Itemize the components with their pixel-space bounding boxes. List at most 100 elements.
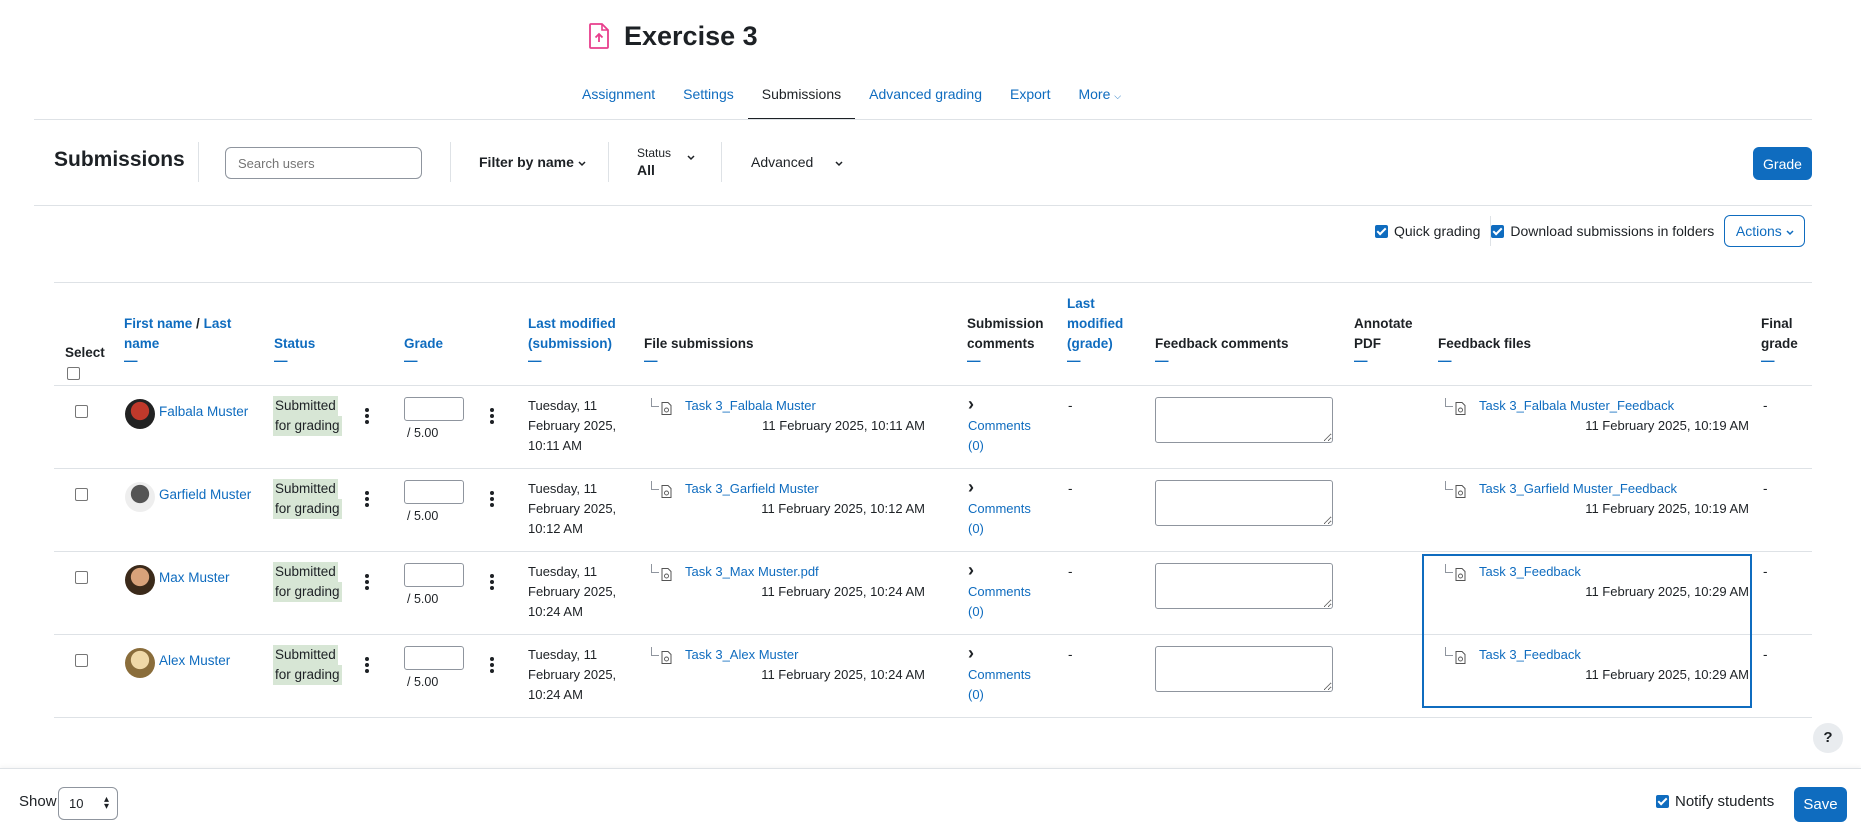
- tab-export[interactable]: Export: [996, 76, 1064, 120]
- notify-students-option[interactable]: Notify students: [1656, 793, 1774, 810]
- row-actions-kebab-icon[interactable]: [365, 574, 369, 592]
- grade-menu-kebab-icon[interactable]: [490, 657, 494, 675]
- grade-menu-kebab-icon[interactable]: [490, 574, 494, 592]
- help-button[interactable]: ?: [1813, 723, 1843, 753]
- row-select-checkbox[interactable]: [75, 654, 88, 667]
- sort-first-name[interactable]: First name: [124, 316, 192, 331]
- submission-comments-link[interactable]: Comments (0): [968, 499, 1031, 539]
- select-arrows-icon: ▴ ▾: [103, 794, 109, 812]
- row-actions-kebab-icon[interactable]: [365, 657, 369, 675]
- status-line-2: for grading: [273, 582, 342, 602]
- per-page-select[interactable]: 10 ▴ ▾: [58, 787, 118, 820]
- chevron-right-icon[interactable]: ›: [968, 477, 974, 498]
- sort-last-modified-grade-2[interactable]: modified: [1067, 316, 1123, 331]
- sort-last-modified-submission-2[interactable]: (submission): [528, 336, 612, 351]
- tree-connector: [1445, 481, 1453, 490]
- grade-menu-kebab-icon[interactable]: [490, 408, 494, 426]
- collapse-annotate-pdf-icon[interactable]: —: [1354, 354, 1413, 368]
- actions-label: Actions: [1735, 223, 1782, 239]
- feedback-comments-textarea[interactable]: [1155, 397, 1333, 443]
- save-button[interactable]: Save: [1794, 787, 1847, 822]
- page-title: Exercise 3: [624, 20, 758, 51]
- row-select-checkbox[interactable]: [75, 405, 88, 418]
- quick-grading-checkbox[interactable]: [1375, 224, 1388, 238]
- tab-submissions[interactable]: Submissions: [747, 76, 856, 120]
- collapse-file-submissions-icon[interactable]: —: [644, 354, 754, 368]
- grade-input[interactable]: [404, 563, 464, 587]
- sort-grade[interactable]: Grade: [404, 336, 443, 351]
- grade-button[interactable]: Grade: [1753, 147, 1812, 180]
- download-in-folders-option[interactable]: Download submissions in folders: [1491, 223, 1714, 239]
- file-icon: [661, 485, 672, 498]
- sort-last-name-2[interactable]: name: [124, 336, 159, 351]
- filter-by-name-dropdown[interactable]: Filter by name: [479, 154, 586, 170]
- grade-max: / 5.00: [407, 592, 439, 606]
- collapse-name-icon[interactable]: —: [124, 354, 231, 368]
- grade-input[interactable]: [404, 480, 464, 504]
- submission-file-link[interactable]: Task 3_Alex Muster: [685, 645, 798, 665]
- tab-settings[interactable]: Settings: [669, 76, 748, 120]
- divider: [34, 119, 1812, 120]
- submission-file-link[interactable]: Task 3_Falbala Muster: [685, 396, 816, 416]
- submission-comments-link[interactable]: Comments (0): [968, 665, 1031, 705]
- feedback-comments-textarea[interactable]: [1155, 646, 1333, 692]
- row-actions-kebab-icon[interactable]: [365, 491, 369, 509]
- user-name-link[interactable]: Garfield Muster: [159, 485, 251, 505]
- tab-advanced-grading[interactable]: Advanced grading: [855, 76, 996, 120]
- final-grade-label-1: Final: [1761, 316, 1793, 331]
- download-in-folders-checkbox[interactable]: [1491, 224, 1505, 238]
- tab-more[interactable]: More ⌵: [1064, 76, 1135, 120]
- feedback-file-link[interactable]: Task 3_Falbala Muster_Feedback: [1479, 396, 1674, 416]
- grade-menu-kebab-icon[interactable]: [490, 491, 494, 509]
- chevron-right-icon[interactable]: ›: [968, 560, 974, 581]
- grade-input[interactable]: [404, 397, 464, 421]
- row-actions-kebab-icon[interactable]: [365, 408, 369, 426]
- col-name: First name / Last name —: [124, 314, 231, 368]
- user-name-link[interactable]: Max Muster: [159, 568, 230, 588]
- collapse-feedback-files-icon[interactable]: —: [1438, 354, 1531, 368]
- status-filter-dropdown[interactable]: Status All: [637, 146, 695, 178]
- chevron-right-icon[interactable]: ›: [968, 643, 974, 664]
- submission-comments-link[interactable]: Comments (0): [968, 416, 1031, 456]
- feedback-file-link[interactable]: Task 3_Garfield Muster_Feedback: [1479, 479, 1677, 499]
- sort-last-modified-grade-1[interactable]: Last: [1067, 296, 1095, 311]
- col-annotate-pdf: Annotate PDF —: [1354, 314, 1413, 368]
- advanced-filter-dropdown[interactable]: Advanced: [751, 154, 843, 170]
- quick-grading-option[interactable]: Quick grading: [1375, 223, 1480, 239]
- last-modified-grade: -: [1068, 564, 1073, 579]
- modified-line-2: February 2025,: [528, 667, 617, 682]
- chevron-right-icon[interactable]: ›: [968, 394, 974, 415]
- sort-status[interactable]: Status: [274, 336, 315, 351]
- search-users-input[interactable]: [225, 147, 422, 179]
- select-all-checkbox[interactable]: [67, 366, 80, 380]
- feedback-comments-textarea[interactable]: [1155, 480, 1333, 526]
- submission-file-link[interactable]: Task 3_Garfield Muster: [685, 479, 819, 499]
- sort-last-modified-grade-3[interactable]: (grade): [1067, 336, 1113, 351]
- submission-comments-link[interactable]: Comments (0): [968, 582, 1031, 622]
- tree-connector: [651, 481, 659, 490]
- sort-last-name-1[interactable]: Last: [204, 316, 232, 331]
- row-select-checkbox[interactable]: [75, 488, 88, 501]
- divider: [721, 142, 722, 182]
- grading-options: Quick grading Download submissions in fo…: [1375, 215, 1806, 247]
- collapse-grade-icon[interactable]: —: [404, 354, 443, 368]
- submission-file-link[interactable]: Task 3_Max Muster.pdf: [685, 562, 819, 582]
- comments-count: (0): [968, 521, 984, 536]
- user-name-link[interactable]: Falbala Muster: [159, 402, 248, 422]
- sort-last-modified-submission-1[interactable]: Last modified: [528, 316, 616, 331]
- collapse-status-icon[interactable]: —: [274, 354, 315, 368]
- collapse-last-modified-icon[interactable]: —: [528, 354, 616, 368]
- collapse-final-grade-icon[interactable]: —: [1761, 354, 1798, 368]
- user-name-link[interactable]: Alex Muster: [159, 651, 230, 671]
- notify-students-checkbox[interactable]: [1656, 795, 1669, 808]
- annotate-pdf-label-2: PDF: [1354, 336, 1381, 351]
- collapse-feedback-comments-icon[interactable]: —: [1155, 354, 1289, 368]
- tab-assignment[interactable]: Assignment: [568, 76, 669, 120]
- collapse-last-modified-grade-icon[interactable]: —: [1067, 354, 1123, 368]
- grade-input[interactable]: [404, 646, 464, 670]
- feedback-comments-textarea[interactable]: [1155, 563, 1333, 609]
- row-select-checkbox[interactable]: [75, 571, 88, 584]
- modified-line-1: Tuesday, 11: [528, 647, 598, 662]
- actions-dropdown-button[interactable]: Actions: [1724, 215, 1806, 247]
- collapse-submission-comments-icon[interactable]: —: [967, 354, 1044, 368]
